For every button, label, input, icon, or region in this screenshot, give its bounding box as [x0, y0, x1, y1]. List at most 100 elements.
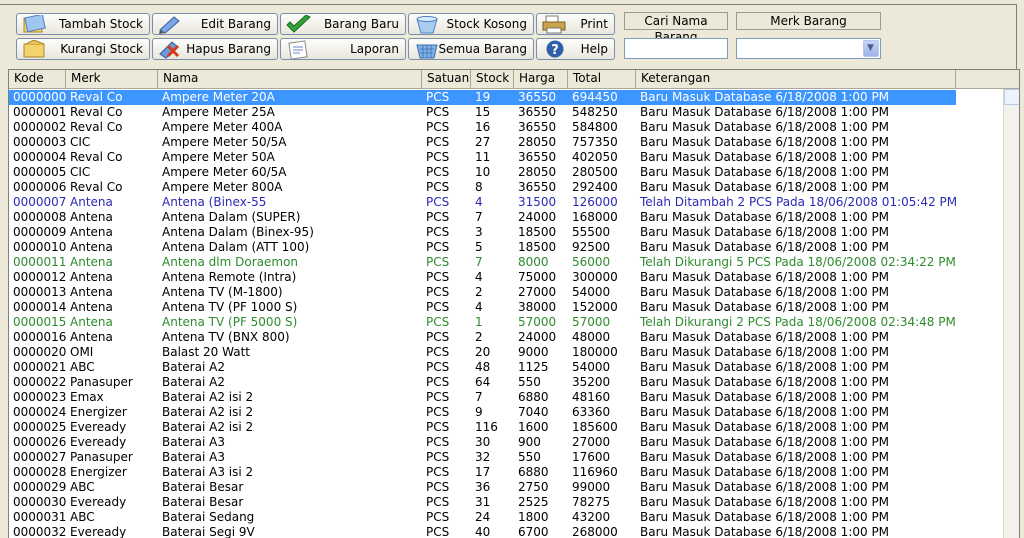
cell-stock: 116 — [475, 420, 498, 434]
edit-barang-button[interactable]: Edit Barang — [152, 13, 278, 35]
table-row[interactable]: 0000031 ABC Baterai Sedang PCS 24 1800 43200 Ba… — [9, 510, 956, 525]
semua-barang-button[interactable]: Semua Barang — [408, 38, 534, 60]
cell-kode: 0000030 — [13, 495, 66, 509]
cell-keterangan: Baru Masuk Database 6/18/2008 1:00 PM — [640, 180, 890, 194]
stock-table[interactable]: Kode Merk Nama Satuan Stock Harga Total … — [8, 69, 1020, 538]
table-row[interactable]: 0000001 Reval Co Ampere Meter 25A PCS 15 3655… — [9, 105, 956, 120]
table-row[interactable]: 0000032 Eveready Baterai Segi 9V PCS 40 6700 2… — [9, 525, 956, 538]
cell-kode: 0000022 — [13, 375, 66, 389]
cell-harga: 9000 — [518, 345, 549, 359]
table-row[interactable]: 0000025 Eveready Baterai A2 isi 2 PCS 116 160… — [9, 420, 956, 435]
table-row[interactable]: 0000011 Antena Antena dlm Doraemon PCS 7 8000… — [9, 255, 956, 270]
cell-satuan: PCS — [426, 360, 450, 374]
cell-total: 185600 — [572, 420, 618, 434]
cell-stock: 8 — [475, 180, 483, 194]
cell-total: 548250 — [572, 105, 618, 119]
table-row[interactable]: 0000010 Antena Antena Dalam (ATT 100) PCS 5 1… — [9, 240, 956, 255]
cell-harga: 24000 — [518, 210, 557, 224]
table-row[interactable]: 0000015 Antena Antena TV (PF 5000 S) PCS 1 57… — [9, 315, 956, 330]
cell-total: 99000 — [572, 480, 611, 494]
table-row[interactable]: 0000028 Energizer Baterai A3 isi 2 PCS 17 688… — [9, 465, 956, 480]
hapus-barang-button[interactable]: Hapus Barang — [152, 38, 278, 60]
table-row[interactable]: 0000023 Emax Baterai A2 isi 2 PCS 7 6880 48160… — [9, 390, 956, 405]
cell-satuan: PCS — [426, 495, 450, 509]
edit-item-icon — [156, 15, 186, 34]
cell-satuan: PCS — [426, 165, 450, 179]
print-button[interactable]: Print — [536, 13, 615, 35]
cell-total: 126000 — [572, 195, 618, 209]
table-row[interactable]: 0000021 ABC Baterai A2 PCS 48 1125 54000 Baru M… — [9, 360, 956, 375]
cell-kode: 0000008 — [13, 210, 66, 224]
cell-merk: Antena — [70, 210, 113, 224]
cell-total: 168000 — [572, 210, 618, 224]
table-row[interactable]: 0000026 Eveready Baterai A3 PCS 30 900 27000 Ba… — [9, 435, 956, 450]
vertical-scrollbar[interactable] — [1003, 89, 1019, 538]
table-row[interactable]: 0000005 CIC Ampere Meter 60/5A PCS 10 28050 28… — [9, 165, 956, 180]
cell-kode: 0000002 — [13, 120, 66, 134]
table-row[interactable]: 0000004 Reval Co Ampere Meter 50A PCS 11 3655… — [9, 150, 956, 165]
cell-total: 92500 — [572, 240, 611, 254]
table-row[interactable]: 0000000 Reval Co Ampere Meter 20A PCS 19 3655… — [9, 90, 956, 105]
cell-nama: Baterai A3 — [162, 450, 225, 464]
cell-harga: 75000 — [518, 270, 557, 284]
table-row[interactable]: 0000007 Antena Antena (Binex-55 PCS 4 31500 12… — [9, 195, 956, 210]
table-row[interactable]: 0000027 Panasuper Baterai A3 PCS 32 550 17600 B… — [9, 450, 956, 465]
table-row[interactable]: 0000029 ABC Baterai Besar PCS 36 2750 99000 Bar… — [9, 480, 956, 495]
column-header-nama[interactable]: Nama — [158, 70, 422, 88]
table-row[interactable]: 0000002 Reval Co Ampere Meter 400A PCS 16 365… — [9, 120, 956, 135]
add-stock-icon — [20, 13, 50, 34]
column-header-keterangan[interactable]: Keterangan — [636, 70, 956, 88]
table-row[interactable]: 0000003 CIC Ampere Meter 50/5A PCS 27 28050 75… — [9, 135, 956, 150]
column-header-kode[interactable]: Kode — [9, 70, 66, 88]
column-header-satuan[interactable]: Satuan — [422, 70, 471, 88]
table-row[interactable]: 0000016 Antena Antena TV (BNX 800) PCS 2 2400… — [9, 330, 956, 345]
table-row[interactable]: 0000006 Reval Co Ampere Meter 800A PCS 8 3655… — [9, 180, 956, 195]
svg-text:?: ? — [551, 43, 559, 58]
laporan-button[interactable]: Laporan — [280, 38, 406, 60]
cell-kode: 0000028 — [13, 465, 66, 479]
table-row[interactable]: 0000024 Energizer Baterai A2 isi 2 PCS 9 7040… — [9, 405, 956, 420]
brand-select[interactable]: ▼ — [736, 38, 881, 59]
table-row[interactable]: 0000030 Eveready Baterai Besar PCS 31 2525 782… — [9, 495, 956, 510]
cell-harga: 36550 — [518, 120, 557, 134]
cell-harga: 24000 — [518, 330, 557, 344]
cell-kode: 0000005 — [13, 165, 66, 179]
cell-merk: Eveready — [70, 420, 127, 434]
cell-stock: 4 — [475, 300, 483, 314]
help-button[interactable]: ? Help — [536, 38, 615, 60]
table-row[interactable]: 0000012 Antena Antena Remote (Intra) PCS 4 75… — [9, 270, 956, 285]
search-name-input[interactable] — [624, 38, 728, 59]
cell-keterangan: Baru Masuk Database 6/18/2008 1:00 PM — [640, 345, 890, 359]
tambah-stock-button[interactable]: Tambah Stock — [16, 13, 150, 35]
kurangi-stock-button[interactable]: Kurangi Stock — [16, 38, 150, 60]
cell-total: 63360 — [572, 405, 611, 419]
report-icon — [284, 40, 314, 60]
chevron-down-icon: ▼ — [867, 43, 874, 53]
column-header-stock[interactable]: Stock — [471, 70, 514, 88]
stock-kosong-button[interactable]: Stock Kosong — [408, 13, 534, 35]
cell-nama: Antena (Binex-55 — [162, 195, 267, 209]
help-icon: ? — [540, 40, 570, 59]
table-row[interactable]: 0000022 Panasuper Baterai A2 PCS 64 550 35200 B… — [9, 375, 956, 390]
table-row[interactable]: 0000020 OMI Balast 20 Watt PCS 20 9000 180000 B… — [9, 345, 956, 360]
table-row[interactable]: 0000014 Antena Antena TV (PF 1000 S) PCS 4 38… — [9, 300, 956, 315]
cell-satuan: PCS — [426, 120, 450, 134]
barang-baru-button[interactable]: Barang Baru — [280, 13, 406, 35]
table-row[interactable]: 0000013 Antena Antena TV (M-1800) PCS 2 27000… — [9, 285, 956, 300]
cell-keterangan: Baru Masuk Database 6/18/2008 1:00 PM — [640, 120, 890, 134]
column-header-total[interactable]: Total — [568, 70, 636, 88]
cell-nama: Balast 20 Watt — [162, 345, 250, 359]
table-row[interactable]: 0000008 Antena Antena Dalam (SUPER) PCS 7 240… — [9, 210, 956, 225]
cell-total: 584800 — [572, 120, 618, 134]
cell-total: 78275 — [572, 495, 611, 509]
brand-dropdown-button[interactable]: ▼ — [863, 40, 879, 57]
column-header-harga[interactable]: Harga — [514, 70, 568, 88]
cell-harga: 6880 — [518, 390, 549, 404]
cell-merk: Antena — [70, 285, 113, 299]
table-row[interactable]: 0000009 Antena Antena Dalam (Binex-95) PCS 3… — [9, 225, 956, 240]
cell-merk: ABC — [70, 510, 95, 524]
column-header-merk[interactable]: Merk — [66, 70, 158, 88]
scroll-up-button[interactable] — [1004, 89, 1019, 105]
cell-stock: 17 — [475, 465, 491, 479]
cell-keterangan: Baru Masuk Database 6/18/2008 1:00 PM — [640, 330, 890, 344]
